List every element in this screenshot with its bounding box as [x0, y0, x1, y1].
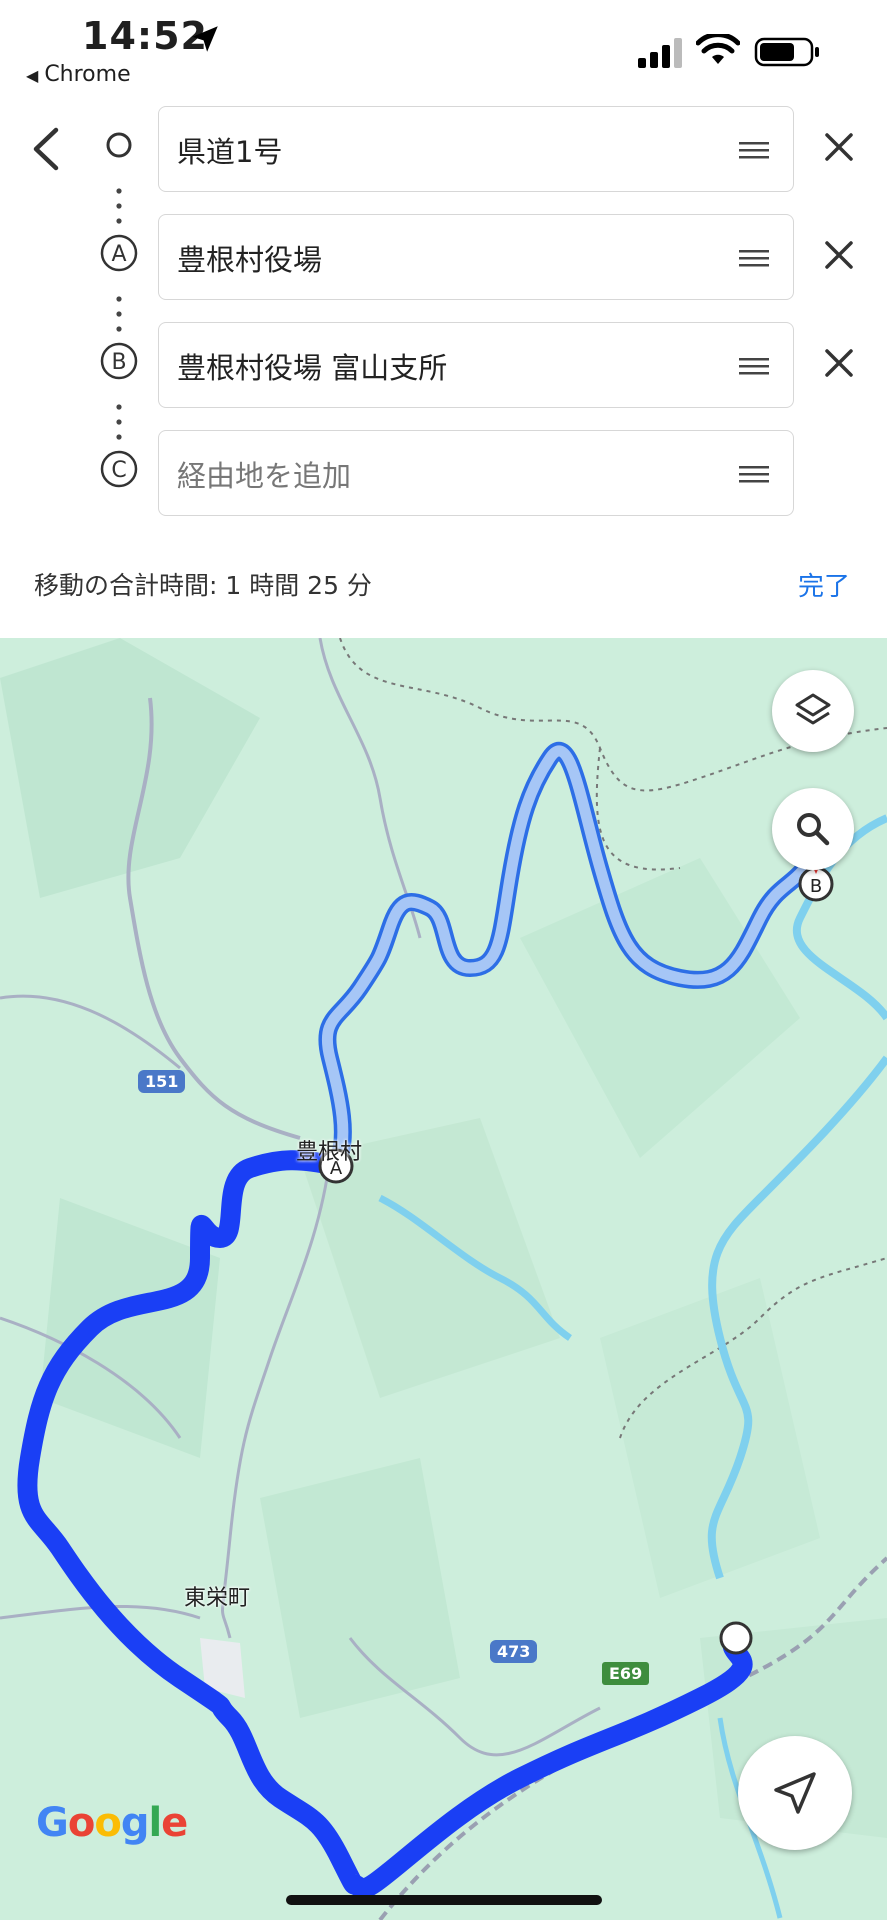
cellular-signal-icon: [638, 38, 682, 68]
waypoint-c-letter: C: [111, 458, 126, 483]
add-stop-row: C 経由地を追加: [0, 424, 887, 516]
remove-stop-close-icon[interactable]: [822, 130, 856, 164]
map-view[interactable]: A B 豊根村 東栄町 151 473 E69 Google: [0, 638, 887, 1920]
town-label: 東栄町: [184, 1586, 251, 1611]
add-stop-placeholder: 経由地を追加: [177, 459, 352, 493]
waypoint-a-icon: A: [100, 234, 138, 272]
google-logo: Google: [36, 1800, 188, 1846]
stop-b-input[interactable]: 豊根村役場 富山支所: [158, 322, 794, 408]
expressway-e69-shield: E69: [602, 1662, 650, 1685]
start-location-input[interactable]: 県道1号: [158, 106, 794, 192]
stop-b-value: 豊根村役場 富山支所: [177, 351, 448, 385]
waypoint-c-icon: C: [100, 450, 138, 488]
navigation-arrow-icon: [774, 1772, 816, 1814]
battery-icon: [754, 37, 819, 67]
back-triangle-icon: ◀: [26, 66, 39, 85]
drag-handle-icon[interactable]: [739, 464, 769, 484]
stop-a-input[interactable]: 豊根村役場: [158, 214, 794, 300]
add-stop-input[interactable]: 経由地を追加: [158, 430, 794, 516]
drag-handle-icon[interactable]: [739, 356, 769, 376]
directions-panel: 県道1号 A 豊根村役場 B 豊根村役場 富山支所 C 経由地を追加 移動の合計…: [0, 100, 887, 638]
village-label: 豊根村: [296, 1140, 363, 1165]
route-start-point: [719, 1621, 753, 1655]
back-to-app-link[interactable]: ◀ Chrome: [26, 62, 131, 87]
map-canvas: A B: [0, 638, 887, 1920]
drag-handle-icon[interactable]: [739, 140, 769, 160]
layers-button[interactable]: [772, 670, 854, 752]
start-row: 県道1号: [0, 100, 887, 192]
wifi-icon: [696, 34, 740, 64]
start-circle-icon: [106, 132, 132, 158]
waypoint-a-letter: A: [111, 242, 126, 267]
stop-b-row: B 豊根村役場 富山支所: [0, 316, 887, 408]
map-pin-b-letter: B: [810, 876, 822, 897]
layers-icon: [795, 693, 831, 725]
remove-stop-close-icon[interactable]: [822, 346, 856, 380]
start-navigation-button[interactable]: [738, 1736, 852, 1850]
drag-handle-icon[interactable]: [739, 248, 769, 268]
waypoint-b-icon: B: [100, 342, 138, 380]
status-bar: 14:52 ◀ Chrome: [0, 0, 887, 100]
waypoint-b-letter: B: [111, 350, 126, 375]
search-button[interactable]: [772, 788, 854, 870]
route-151-shield: 151: [138, 1070, 186, 1093]
total-travel-time: 移動の合計時間: 1 時間 25 分: [34, 571, 372, 600]
start-location-value: 県道1号: [177, 135, 283, 169]
search-icon: [797, 813, 830, 846]
back-app-label: Chrome: [44, 62, 131, 87]
stop-a-row: A 豊根村役場: [0, 208, 887, 300]
stop-a-value: 豊根村役場: [177, 243, 323, 277]
home-indicator[interactable]: [286, 1895, 602, 1905]
location-arrow-icon: [192, 26, 218, 52]
remove-stop-close-icon[interactable]: [822, 238, 856, 272]
done-button[interactable]: 完了: [798, 566, 850, 603]
route-473-shield: 473: [490, 1640, 538, 1663]
